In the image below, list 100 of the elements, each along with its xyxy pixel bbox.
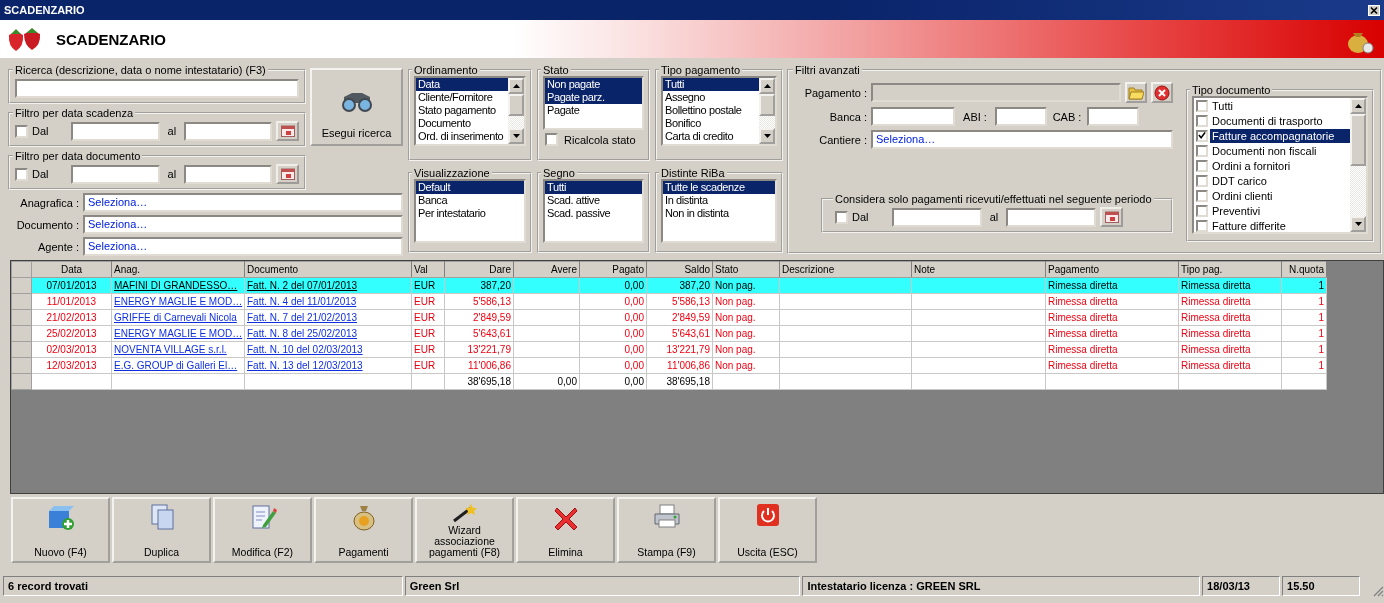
list-item[interactable]: Scad. attive bbox=[545, 194, 642, 207]
column-header[interactable]: Anag. bbox=[111, 261, 245, 278]
resize-grip-icon[interactable] bbox=[1372, 585, 1384, 597]
column-header[interactable]: Descrizione bbox=[779, 261, 912, 278]
abi-field[interactable] bbox=[995, 107, 1047, 126]
list-item[interactable]: Data bbox=[416, 78, 508, 91]
checkbox[interactable] bbox=[1196, 204, 1208, 217]
list-item[interactable]: Pagate bbox=[545, 104, 642, 117]
payment-field[interactable] bbox=[871, 83, 1121, 102]
list-box[interactable]: Data Cliente/Fornitore Stato pagamento Documento Ord. di inserimento bbox=[414, 76, 526, 146]
checkbox[interactable] bbox=[835, 210, 848, 224]
checkbox[interactable] bbox=[1196, 189, 1208, 202]
column-header[interactable]: Stato bbox=[712, 261, 780, 278]
list-item[interactable]: Non pagate bbox=[545, 78, 642, 91]
delete-button[interactable]: Elimina bbox=[516, 497, 615, 563]
new-button[interactable]: Nuovo (F4) bbox=[11, 497, 110, 563]
date-field[interactable] bbox=[183, 121, 273, 141]
list-item[interactable]: Banca bbox=[416, 194, 524, 207]
date-field[interactable] bbox=[71, 121, 160, 141]
list-item[interactable]: Documenti non fiscali bbox=[1210, 143, 1350, 158]
checkbox[interactable] bbox=[1196, 129, 1208, 142]
checkbox[interactable] bbox=[1196, 174, 1208, 187]
column-header[interactable]: Tipo pag. bbox=[1178, 261, 1282, 278]
edit-button[interactable]: Modifica (F2) bbox=[213, 497, 312, 563]
checkbox[interactable] bbox=[1196, 114, 1208, 127]
list-box[interactable]: Non pagate Pagate parz. Pagate bbox=[543, 76, 644, 130]
list-item[interactable]: Bollettino postale bbox=[663, 104, 759, 117]
list-box[interactable]: Tutti Documenti di trasporto Fatture accompagnatorie Documenti non fiscali Ordini a fornitori DDT carico Ordini clienti Preventivi Fatture differite bbox=[1192, 96, 1368, 234]
list-item[interactable]: Non in distinta bbox=[663, 207, 775, 220]
checkbox[interactable] bbox=[1196, 219, 1208, 232]
list-item[interactable]: Tutte le scadenze bbox=[663, 181, 775, 194]
list-box[interactable]: Default Banca Per intestatario bbox=[414, 179, 526, 243]
column-header[interactable]: Note bbox=[911, 261, 1046, 278]
list-item[interactable]: Documenti di trasporto bbox=[1210, 113, 1350, 128]
calendar-button[interactable] bbox=[276, 164, 299, 184]
list-item[interactable]: Stato pagamento bbox=[416, 104, 508, 117]
list-item[interactable]: Scad. passive bbox=[545, 207, 642, 220]
select-field[interactable]: Seleziona… bbox=[871, 130, 1173, 149]
column-header[interactable]: Pagato bbox=[579, 261, 647, 278]
list-item[interactable]: Cliente/Fornitore bbox=[416, 91, 508, 104]
field-label: Pagamento : bbox=[803, 86, 867, 99]
calendar-button[interactable] bbox=[276, 121, 299, 141]
list-item[interactable]: Tutti bbox=[663, 78, 759, 91]
list-box[interactable]: Tutti Assegno Bollettino postale Bonifico Carta di credito bbox=[661, 76, 777, 146]
checkbox[interactable] bbox=[1196, 99, 1208, 112]
list-item[interactable]: Ordini a fornitori bbox=[1210, 158, 1350, 173]
search-field[interactable] bbox=[15, 79, 299, 98]
search-button[interactable]: Esegui ricerca bbox=[310, 68, 403, 146]
date-field[interactable] bbox=[892, 207, 982, 227]
scroll-bar[interactable] bbox=[759, 78, 775, 144]
checkbox[interactable] bbox=[1196, 159, 1208, 172]
date-field[interactable] bbox=[183, 164, 273, 184]
table-cell: 1 bbox=[1318, 280, 1324, 291]
list-item[interactable]: Preventivi bbox=[1210, 203, 1350, 218]
checkbox[interactable] bbox=[1196, 144, 1208, 157]
list-item[interactable]: DDT carico bbox=[1210, 173, 1350, 188]
list-item[interactable]: Fatture accompagnatorie bbox=[1210, 128, 1350, 143]
close-icon[interactable] bbox=[1368, 4, 1380, 16]
list-item[interactable]: In distinta bbox=[663, 194, 775, 207]
list-item[interactable]: Pagate parz. bbox=[545, 91, 642, 104]
column-header[interactable]: N.quota bbox=[1281, 261, 1327, 278]
scroll-bar[interactable] bbox=[1350, 98, 1366, 232]
list-item[interactable]: Bonifico bbox=[663, 117, 759, 130]
select-field[interactable]: Seleziona… bbox=[83, 215, 403, 234]
scroll-bar[interactable] bbox=[508, 78, 524, 144]
list-item[interactable]: Carta di credito bbox=[663, 130, 759, 143]
cab-field[interactable] bbox=[1087, 107, 1139, 126]
column-header[interactable]: Pagamento bbox=[1045, 261, 1179, 278]
list-item[interactable]: Ord. di inserimento bbox=[416, 130, 508, 143]
list-item[interactable]: Assegno bbox=[663, 91, 759, 104]
list-item[interactable]: Default bbox=[416, 181, 524, 194]
select-field[interactable]: Seleziona… bbox=[83, 237, 403, 256]
duplicate-button[interactable]: Duplica bbox=[112, 497, 211, 563]
wizard-button[interactable]: Wizard associazione pagamenti (F8) bbox=[415, 497, 514, 563]
checkbox[interactable] bbox=[545, 133, 558, 146]
column-header[interactable]: Documento bbox=[244, 261, 412, 278]
bank-field[interactable] bbox=[871, 107, 955, 126]
checkbox[interactable] bbox=[15, 124, 28, 138]
payments-button[interactable]: Pagamenti bbox=[314, 497, 413, 563]
calendar-button[interactable] bbox=[1100, 207, 1123, 227]
date-field[interactable] bbox=[1006, 207, 1096, 227]
column-header[interactable]: Dare bbox=[444, 261, 514, 278]
list-item[interactable]: Per intestatario bbox=[416, 207, 524, 220]
clear-button[interactable] bbox=[1151, 82, 1173, 103]
list-box[interactable]: Tutti Scad. attive Scad. passive bbox=[543, 179, 644, 243]
date-field[interactable] bbox=[71, 164, 160, 184]
column-header[interactable]: Data bbox=[31, 261, 112, 278]
list-item[interactable]: Fatture differite bbox=[1210, 218, 1350, 232]
exit-button[interactable]: Uscita (ESC) bbox=[718, 497, 817, 563]
list-item[interactable]: Tutti bbox=[545, 181, 642, 194]
list-box[interactable]: Tutte le scadenze In distinta Non in distinta bbox=[661, 179, 777, 243]
print-button[interactable]: Stampa (F9) bbox=[617, 497, 716, 563]
column-header[interactable]: Val bbox=[411, 261, 445, 278]
list-item[interactable]: Documento bbox=[416, 117, 508, 130]
column-header[interactable]: Saldo bbox=[646, 261, 713, 278]
column-header[interactable]: Avere bbox=[513, 261, 580, 278]
list-item[interactable]: Tutti bbox=[1210, 98, 1350, 113]
list-item[interactable]: Ordini clienti bbox=[1210, 188, 1350, 203]
checkbox[interactable] bbox=[15, 167, 28, 181]
select-field[interactable]: Seleziona… bbox=[83, 193, 403, 212]
